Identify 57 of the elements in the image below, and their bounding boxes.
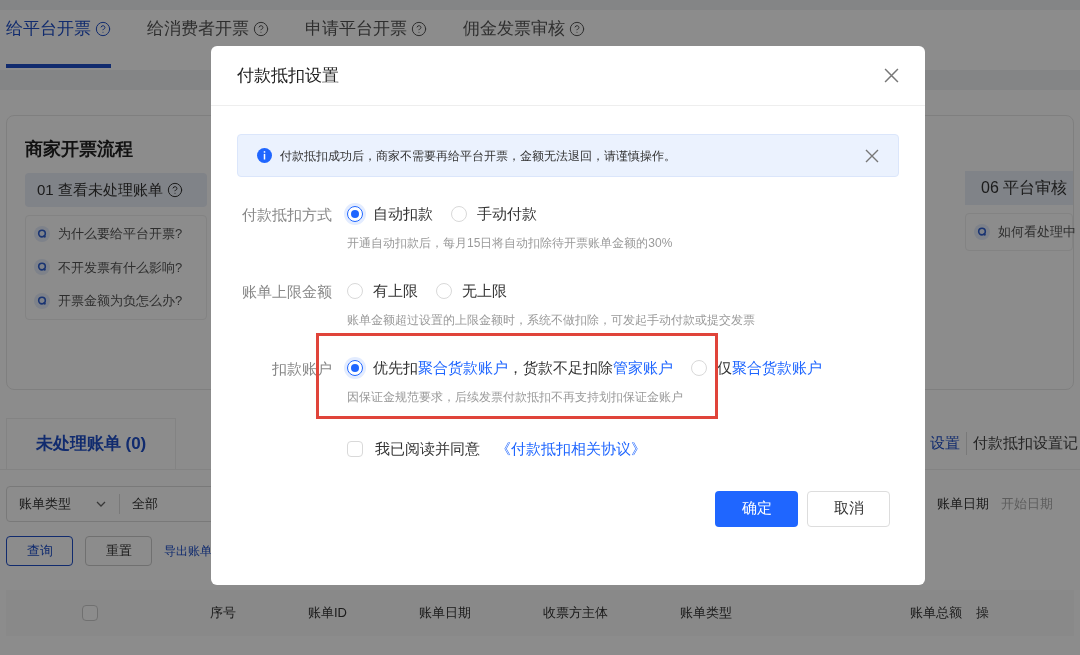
radio-button[interactable] <box>347 360 363 376</box>
faq-link[interactable]: 开票金额为负怎么办? <box>58 291 183 311</box>
column-header: 账单ID <box>308 604 347 623</box>
field-hint: 开通自动扣款后，每月15日将自动扣除待开票账单金额的30% <box>347 235 673 252</box>
column-header: 账单总额 <box>910 604 962 623</box>
select-all-checkbox[interactable] <box>82 605 98 621</box>
field-hint: 账单金额超过设置的上限金额时，系统不做扣除，可发起手动付款或提交发票 <box>347 312 755 329</box>
field-hint: 因保证金规范要求，后续发票付款抵扣不再支持划扣保证金账户 <box>347 389 684 406</box>
field-label: 付款抵扣方式 <box>241 205 332 225</box>
faq-link[interactable]: 不开发票有什么影响? <box>58 257 183 277</box>
option-label[interactable]: 优先扣聚合货款账户，货款不足扣除管家账户 <box>373 356 673 380</box>
info-icon <box>257 148 272 163</box>
field-label: 扣款账户 <box>271 359 332 379</box>
account-link[interactable]: 聚合货款账户 <box>732 358 822 376</box>
query-button[interactable]: 查询 <box>6 536 73 566</box>
process-step: 01 查看未处理账单 <box>25 173 207 207</box>
question-icon <box>34 292 50 309</box>
reset-button[interactable]: 重置 <box>85 536 152 566</box>
field-label: 账单上限金额 <box>241 282 332 302</box>
cancel-button[interactable]: 取消 <box>807 490 890 527</box>
column-header: 账单类型 <box>680 604 732 623</box>
column-header: 收票方主体 <box>543 604 608 623</box>
help-icon <box>569 20 585 37</box>
settings-record-link[interactable]: 付款抵扣设置记 <box>973 432 1078 455</box>
question-icon <box>34 225 50 242</box>
alert-text: 付款抵扣成功后，商家不需要再给平台开票，金额无法退回，请谨慎操作。 <box>280 147 677 165</box>
close-icon[interactable] <box>865 148 879 163</box>
question-icon <box>34 259 50 276</box>
option-label[interactable]: 仅聚合货款账户 <box>717 356 822 380</box>
tab[interactable]: 佣金发票审核 <box>463 16 585 68</box>
help-icon <box>95 20 111 37</box>
card-title: 商家开票流程 <box>25 138 134 161</box>
option-label[interactable]: 无上限 <box>462 279 507 303</box>
help-icon <box>411 20 427 37</box>
bill-tab[interactable]: 未处理账单 (0) <box>6 417 176 470</box>
agreement-text: 我已阅读并同意 <box>375 439 480 459</box>
column-header: 序号 <box>210 604 236 623</box>
process-step: 06 平台审核 <box>965 171 1073 205</box>
option-label[interactable]: 有上限 <box>373 279 418 303</box>
faq-link[interactable]: 为什么要给平台开票? <box>58 224 183 244</box>
radio-button[interactable] <box>347 206 363 222</box>
question-icon <box>974 223 990 240</box>
agreement-link[interactable]: 《付款抵扣相关协议》 <box>496 438 646 461</box>
help-icon <box>253 20 269 37</box>
export-link[interactable]: 导出账单 <box>164 542 212 560</box>
close-icon[interactable] <box>884 68 899 83</box>
confirm-button[interactable]: 确定 <box>715 490 798 527</box>
faq-link[interactable]: 如何看处理中 <box>998 222 1076 242</box>
option-label[interactable]: 手动付款 <box>477 202 537 226</box>
column-header: 操 <box>976 604 989 623</box>
help-icon <box>166 182 183 198</box>
agreement-checkbox[interactable] <box>347 441 363 458</box>
settings-link[interactable]: 设置 <box>930 432 967 455</box>
account-link[interactable]: 聚合货款账户 <box>418 358 508 376</box>
account-link[interactable]: 管家账户 <box>613 358 673 376</box>
option-label[interactable]: 自动扣款 <box>373 202 433 226</box>
column-header: 账单日期 <box>419 604 471 623</box>
